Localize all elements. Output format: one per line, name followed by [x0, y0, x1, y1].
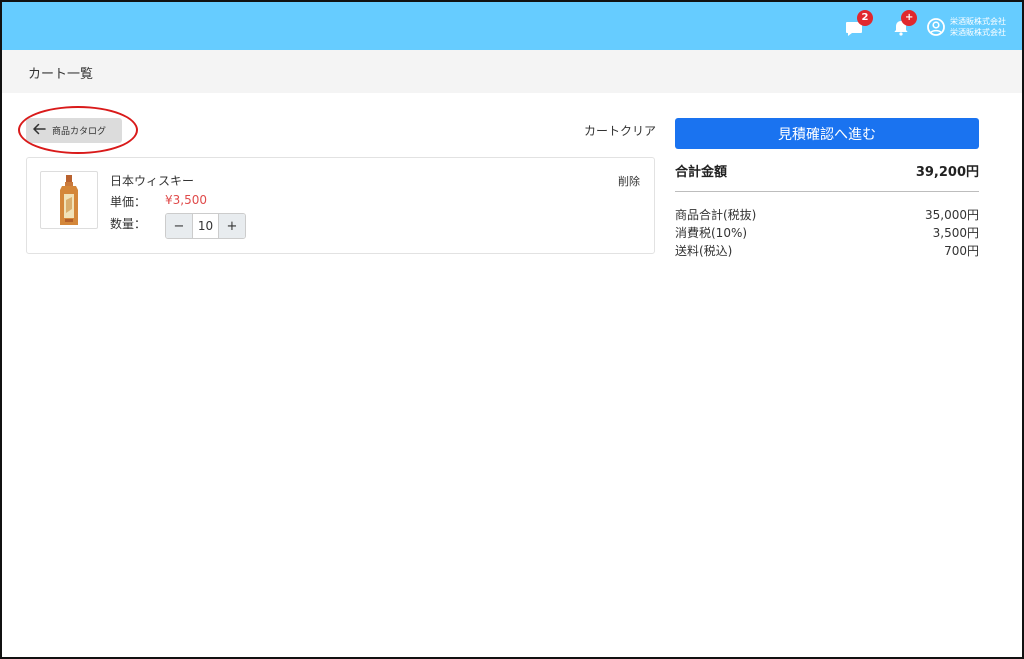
- whisky-bottle-icon: [60, 175, 78, 225]
- quantity-input[interactable]: 10: [192, 214, 219, 238]
- subtotal-label: 商品合計(税抜): [675, 208, 757, 222]
- decrement-button[interactable]: −: [166, 214, 192, 238]
- item-name: 日本ウィスキー: [110, 174, 195, 188]
- quantity-label: 数量：: [110, 217, 147, 231]
- company-line-2: 栄酒販株式会社: [950, 28, 1006, 37]
- delete-item-button[interactable]: 削除: [618, 173, 640, 189]
- cart-clear-button[interactable]: カートクリア: [584, 122, 656, 139]
- app-frame: [0, 0, 1024, 659]
- quantity-stepper: − 10 +: [165, 213, 246, 239]
- subtotal-value: 35,000円: [925, 208, 979, 222]
- chat-badge: 2: [857, 10, 873, 26]
- summary-divider: [675, 191, 979, 192]
- title-bar: カート一覧: [2, 50, 1022, 93]
- notification-badge: +: [901, 10, 918, 26]
- total-amount-label: 合計金額: [675, 165, 728, 180]
- increment-button[interactable]: +: [219, 214, 245, 238]
- unit-price-value: ¥3,500: [165, 193, 207, 207]
- back-to-catalog-button[interactable]: 商品カタログ: [26, 118, 122, 143]
- page-title: カート一覧: [28, 67, 94, 82]
- shipping-value: 700円: [944, 244, 979, 258]
- user-account-icon[interactable]: [926, 17, 946, 37]
- top-header: 2 + 栄酒販株式会社 栄酒販株式会社: [2, 2, 1022, 50]
- back-to-catalog-label: 商品カタログ: [52, 127, 107, 137]
- total-amount-value: 39,200円: [915, 165, 979, 180]
- company-line-1: 栄酒販株式会社: [950, 17, 1006, 26]
- cart-item: 日本ウィスキー 単価： ¥3,500 数量： − 10 + 削除: [26, 157, 655, 254]
- tax-value: 3,500円: [932, 226, 979, 240]
- arrow-left-icon: [32, 121, 46, 140]
- product-thumbnail[interactable]: [40, 171, 98, 229]
- proceed-to-quote-button[interactable]: 見積確認へ進む: [675, 118, 979, 149]
- company-name[interactable]: 栄酒販株式会社 栄酒販株式会社: [950, 16, 1006, 38]
- tax-label: 消費税(10%): [675, 226, 748, 240]
- shipping-label: 送料(税込): [675, 244, 733, 258]
- unit-price-label: 単価：: [110, 195, 147, 209]
